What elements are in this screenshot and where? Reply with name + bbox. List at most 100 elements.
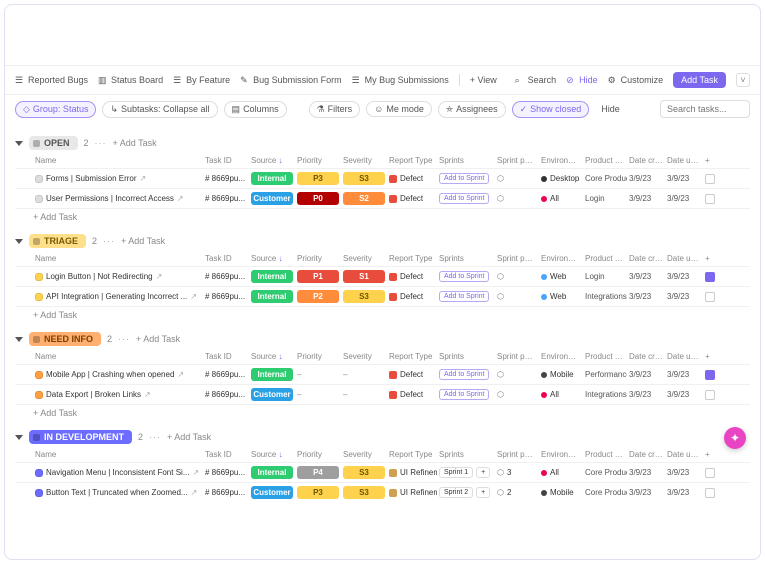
group-add-task[interactable]: + Add Task	[113, 138, 157, 148]
task-id[interactable]: # 8669pu...	[203, 468, 249, 477]
group-by-status[interactable]: ◇Group: Status	[15, 101, 96, 118]
add-to-sprint-button[interactable]: Add to Sprint	[439, 173, 489, 184]
group-add-task[interactable]: + Add Task	[136, 334, 180, 344]
row-checkbox[interactable]	[705, 194, 715, 204]
priority-badge[interactable]: P3	[297, 172, 339, 185]
sprint-more[interactable]: +	[476, 467, 490, 478]
caret-down-icon[interactable]	[15, 435, 23, 440]
task-id[interactable]: # 8669pu...	[203, 174, 249, 183]
show-closed-button[interactable]: ✓Show closed	[512, 101, 590, 118]
priority-badge[interactable]: P1	[297, 270, 339, 283]
col-sprints[interactable]: Sprints	[437, 352, 495, 361]
col-priority[interactable]: Priority	[295, 156, 341, 165]
col-severity[interactable]: Severity	[341, 254, 387, 263]
col-date-created[interactable]: Date creat...	[627, 450, 665, 459]
task-id[interactable]: # 8669pu...	[203, 272, 249, 281]
hide-link[interactable]: Hide	[601, 104, 620, 114]
col-environment[interactable]: Environment	[539, 254, 583, 263]
add-to-sprint-button[interactable]: Add to Sprint	[439, 193, 489, 204]
row-checkbox[interactable]	[705, 174, 715, 184]
col-name[interactable]: Name	[33, 450, 203, 459]
col-source[interactable]: Source ↓	[249, 156, 295, 165]
sprint-points[interactable]: ⬡	[495, 194, 539, 203]
status-dot[interactable]	[35, 273, 43, 281]
caret-down-icon[interactable]	[15, 239, 23, 244]
open-link-icon[interactable]: ↗	[144, 390, 151, 399]
status-dot[interactable]	[35, 175, 43, 183]
col-add[interactable]: +	[703, 254, 717, 263]
col-priority[interactable]: Priority	[295, 254, 341, 263]
environment[interactable]: Web	[541, 292, 566, 301]
task-row[interactable]: Button Text | Truncated when Zoomed... ↗…	[15, 482, 750, 502]
col-sprint-points[interactable]: Sprint poin...	[495, 254, 539, 263]
group-menu[interactable]: ···	[103, 236, 115, 246]
task-id[interactable]: # 8669pu...	[203, 488, 249, 497]
hide-button[interactable]: ⊘Hide	[566, 75, 598, 85]
col-date-created[interactable]: Date creat...	[627, 254, 665, 263]
report-type[interactable]: UI Refinem...	[389, 488, 437, 497]
product-feature[interactable]: Core Product	[583, 488, 627, 497]
add-to-sprint-button[interactable]: Add to Sprint	[439, 389, 489, 400]
source-badge[interactable]: Internal	[251, 290, 293, 303]
report-type[interactable]: Defect	[389, 292, 423, 301]
col-environment[interactable]: Environment	[539, 156, 583, 165]
col-sprints[interactable]: Sprints	[437, 254, 495, 263]
task-id[interactable]: # 8669pu...	[203, 370, 249, 379]
status-chip[interactable]: OPEN	[29, 136, 78, 150]
col-task-id[interactable]: Task ID	[203, 352, 249, 361]
columns-button[interactable]: ▤Columns	[224, 101, 287, 118]
status-dot[interactable]	[35, 469, 43, 477]
severity-badge[interactable]: S3	[343, 466, 385, 479]
col-product-feature[interactable]: Product Feature	[583, 254, 627, 263]
product-feature[interactable]: Core Product	[583, 468, 627, 477]
sprint-tag[interactable]: Sprint 1	[439, 467, 473, 478]
col-severity[interactable]: Severity	[341, 450, 387, 459]
task-name[interactable]: Data Export | Broken Links	[46, 390, 141, 399]
col-product-feature[interactable]: Product Feature	[583, 352, 627, 361]
task-id[interactable]: # 8669pu...	[203, 390, 249, 399]
view-by-feature[interactable]: ☰By Feature	[173, 75, 230, 85]
search-button[interactable]: ⌕Search	[515, 75, 557, 85]
col-name[interactable]: Name	[33, 254, 203, 263]
search-tasks-input[interactable]	[660, 100, 750, 118]
col-product-feature[interactable]: Product Feature	[583, 156, 627, 165]
col-task-id[interactable]: Task ID	[203, 450, 249, 459]
view-my-bug-submissions[interactable]: ☰My Bug Submissions	[352, 75, 449, 85]
task-row[interactable]: Login Button | Not Redirecting ↗ # 8669p…	[15, 266, 750, 286]
row-checkbox[interactable]	[705, 488, 715, 498]
fab-button[interactable]: ✦	[724, 427, 746, 449]
severity-badge[interactable]: S3	[343, 290, 385, 303]
col-add[interactable]: +	[703, 450, 717, 459]
source-badge[interactable]: Customer	[251, 192, 293, 205]
row-checkbox[interactable]	[705, 292, 715, 302]
task-row[interactable]: API Integration | Generating Incorrect .…	[15, 286, 750, 306]
severity-badge[interactable]: S2	[343, 192, 385, 205]
col-add[interactable]: +	[703, 352, 717, 361]
product-feature[interactable]: Integrations	[583, 390, 627, 399]
environment[interactable]: Mobile	[541, 370, 574, 379]
add-task-row[interactable]: + Add Task	[15, 208, 750, 225]
col-environment[interactable]: Environment	[539, 450, 583, 459]
task-name[interactable]: Navigation Menu | Inconsistent Font Si..…	[46, 468, 189, 477]
col-source[interactable]: Source ↓	[249, 254, 295, 263]
environment[interactable]: Mobile	[541, 488, 574, 497]
severity-empty[interactable]: –	[343, 390, 347, 399]
open-link-icon[interactable]: ↗	[177, 370, 184, 379]
col-environment[interactable]: Environment	[539, 352, 583, 361]
priority-badge[interactable]: P2	[297, 290, 339, 303]
col-sprints[interactable]: Sprints	[437, 156, 495, 165]
add-task-row[interactable]: + Add Task	[15, 306, 750, 323]
open-link-icon[interactable]: ↗	[192, 468, 199, 477]
group-header[interactable]: OPEN 2 ··· + Add Task	[15, 133, 750, 153]
environment[interactable]: All	[541, 468, 559, 477]
open-link-icon[interactable]: ↗	[140, 174, 147, 183]
source-badge[interactable]: Customer	[251, 486, 293, 499]
sprint-points[interactable]: ⬡ 2	[495, 488, 539, 497]
col-task-id[interactable]: Task ID	[203, 156, 249, 165]
group-header[interactable]: NEED INFO 2 ··· + Add Task	[15, 329, 750, 349]
product-feature[interactable]: Performance	[583, 370, 627, 379]
row-checkbox[interactable]	[705, 272, 715, 282]
row-checkbox[interactable]	[705, 370, 715, 380]
task-name[interactable]: User Permissions | Incorrect Access	[46, 194, 174, 203]
report-type[interactable]: Defect	[389, 390, 423, 399]
